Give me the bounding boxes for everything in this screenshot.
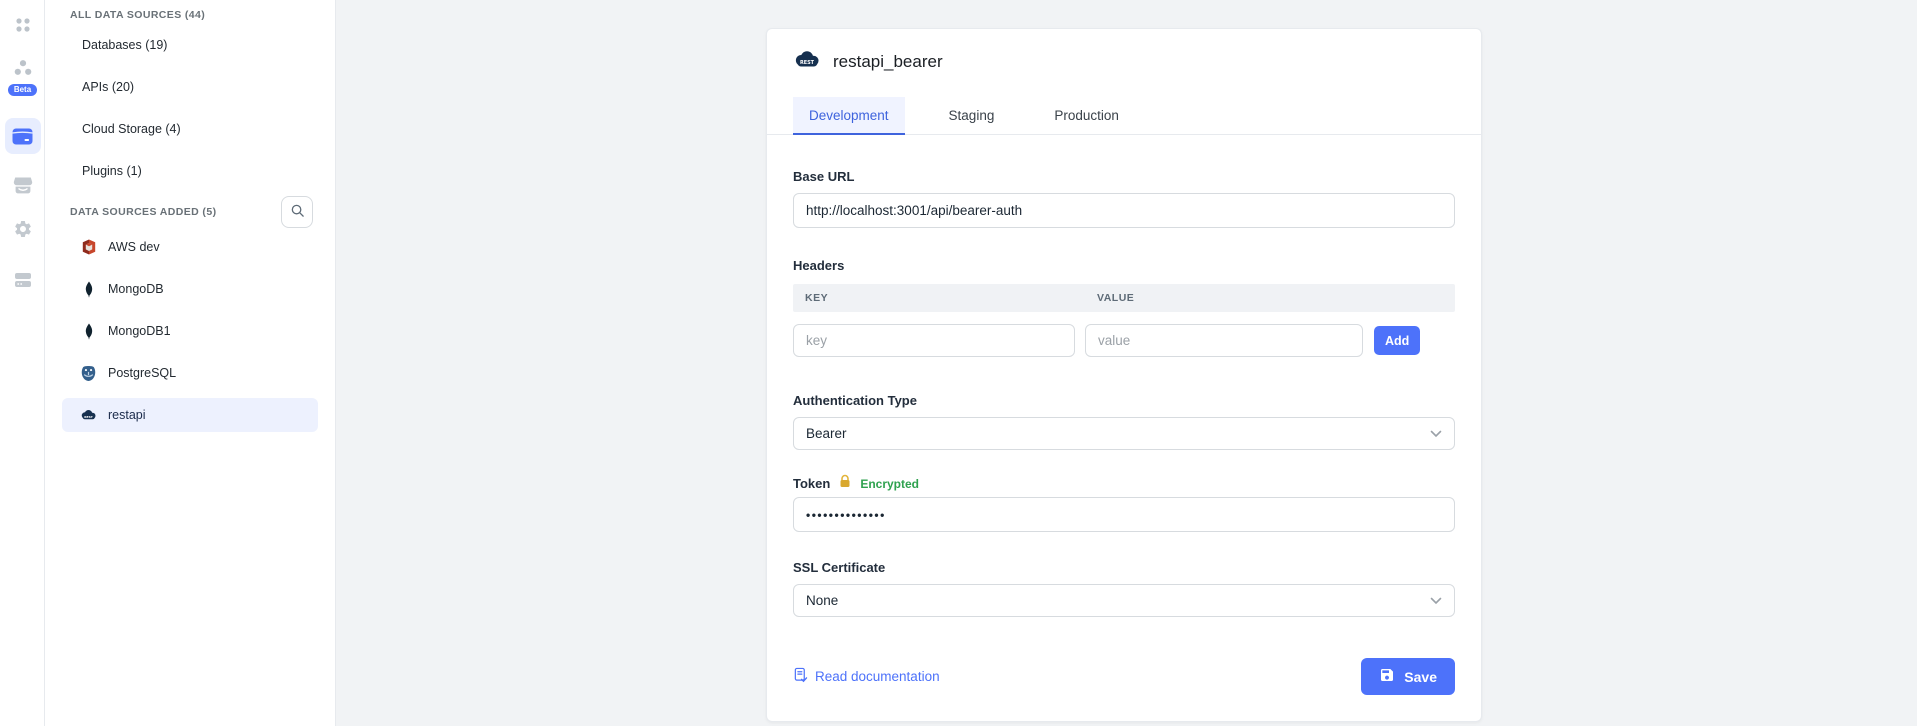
rest-cloud-icon: REST — [80, 407, 97, 424]
save-floppy-icon — [1379, 667, 1395, 686]
all-datasources-header: ALL DATA SOURCES (44) — [45, 6, 335, 24]
card-header: REST restapi_bearer — [767, 29, 1481, 75]
postgresql-icon — [80, 365, 97, 382]
tab-development[interactable]: Development — [793, 97, 905, 135]
aws-icon — [80, 239, 97, 256]
config-form: Base URL Headers KEY VALUE Add Authentic… — [767, 135, 1481, 721]
tab-production[interactable]: Production — [1038, 97, 1135, 135]
marketplace-icon[interactable] — [13, 177, 33, 195]
datasource-item-aws-dev[interactable]: AWS dev — [62, 230, 318, 264]
rest-cloud-icon: REST — [793, 49, 821, 75]
read-documentation-label: Read documentation — [815, 669, 940, 684]
category-label: APIs (20) — [82, 80, 134, 94]
token-label: Token — [793, 476, 830, 492]
headers-label: Headers — [793, 258, 1455, 274]
datasource-label: AWS dev — [108, 240, 160, 254]
workflows-icon[interactable] — [13, 59, 33, 77]
token-input[interactable] — [793, 497, 1455, 532]
datasource-label: MongoDB — [108, 282, 164, 296]
headers-table-header: KEY VALUE — [793, 284, 1455, 312]
read-documentation-link[interactable]: Read documentation — [793, 667, 940, 686]
mongodb-icon — [80, 323, 97, 340]
form-footer: Read documentation Save — [793, 658, 1455, 695]
auth-type-select[interactable]: Bearer — [793, 417, 1455, 450]
datasource-item-restapi[interactable]: REST restapi — [62, 398, 318, 432]
sidebar-item-plugins[interactable]: Plugins (1) — [45, 150, 335, 192]
ssl-certificate-label: SSL Certificate — [793, 560, 1455, 576]
auth-type-value: Bearer — [806, 426, 847, 441]
key-column-header: KEY — [793, 292, 1085, 304]
datasource-item-mongodb[interactable]: MongoDB — [62, 272, 318, 306]
icon-rail: Beta — [0, 0, 45, 726]
value-column-header: VALUE — [1085, 292, 1134, 304]
document-check-icon — [793, 667, 808, 686]
datasource-label: PostgreSQL — [108, 366, 176, 380]
ssl-certificate-value: None — [806, 593, 838, 608]
chevron-down-icon — [1430, 593, 1442, 608]
app-root: { "icon_rail": { "beta_badge": "Beta" },… — [0, 0, 1917, 726]
encrypted-badge: Encrypted — [860, 477, 919, 491]
svg-text:REST: REST — [84, 415, 94, 419]
added-datasources-header: DATA SOURCES ADDED (5) — [45, 203, 216, 221]
token-label-row: Token Encrypted — [793, 474, 1455, 493]
ssl-certificate-select[interactable]: None — [793, 584, 1455, 617]
category-label: Databases (19) — [82, 38, 167, 52]
add-header-button[interactable]: Add — [1374, 326, 1420, 355]
base-url-input[interactable] — [793, 193, 1455, 228]
datasource-item-postgresql[interactable]: PostgreSQL — [62, 356, 318, 390]
datasource-config-card: REST restapi_bearer Development Staging … — [766, 28, 1482, 722]
settings-gear-icon[interactable] — [13, 219, 33, 239]
datasource-item-mongodb1[interactable]: MongoDB1 — [62, 314, 318, 348]
svg-text:REST: REST — [800, 60, 815, 66]
datasources-sidebar: ALL DATA SOURCES (44) Databases (19) API… — [45, 0, 336, 726]
environment-tabs: Development Staging Production — [767, 97, 1481, 135]
auth-type-label: Authentication Type — [793, 393, 1455, 409]
sidebar-item-databases[interactable]: Databases (19) — [45, 24, 335, 66]
search-icon — [290, 203, 305, 221]
save-button[interactable]: Save — [1361, 658, 1455, 695]
lock-icon — [839, 474, 851, 493]
mongodb-icon — [80, 281, 97, 298]
apps-icon[interactable] — [14, 16, 32, 34]
category-label: Plugins (1) — [82, 164, 142, 178]
category-label: Cloud Storage (4) — [82, 122, 181, 136]
beta-badge: Beta — [8, 84, 37, 96]
page-title: restapi_bearer — [833, 52, 943, 72]
search-datasources-button[interactable] — [281, 196, 313, 228]
tab-staging[interactable]: Staging — [933, 97, 1011, 135]
headers-input-row: Add — [793, 324, 1455, 357]
chevron-down-icon — [1430, 426, 1442, 441]
header-value-input[interactable] — [1085, 324, 1363, 357]
base-url-label: Base URL — [793, 169, 1455, 185]
header-key-input[interactable] — [793, 324, 1075, 357]
main-area: REST restapi_bearer Development Staging … — [336, 0, 1917, 726]
sidebar-item-cloud-storage[interactable]: Cloud Storage (4) — [45, 108, 335, 150]
datasource-label: MongoDB1 — [108, 324, 171, 338]
data-sources-icon[interactable] — [5, 118, 41, 154]
save-button-label: Save — [1404, 669, 1437, 685]
added-datasources-header-row: DATA SOURCES ADDED (5) — [45, 194, 335, 230]
datasource-label: restapi — [108, 408, 146, 422]
sidebar-item-apis[interactable]: APIs (20) — [45, 66, 335, 108]
audit-logs-icon[interactable] — [14, 272, 32, 288]
